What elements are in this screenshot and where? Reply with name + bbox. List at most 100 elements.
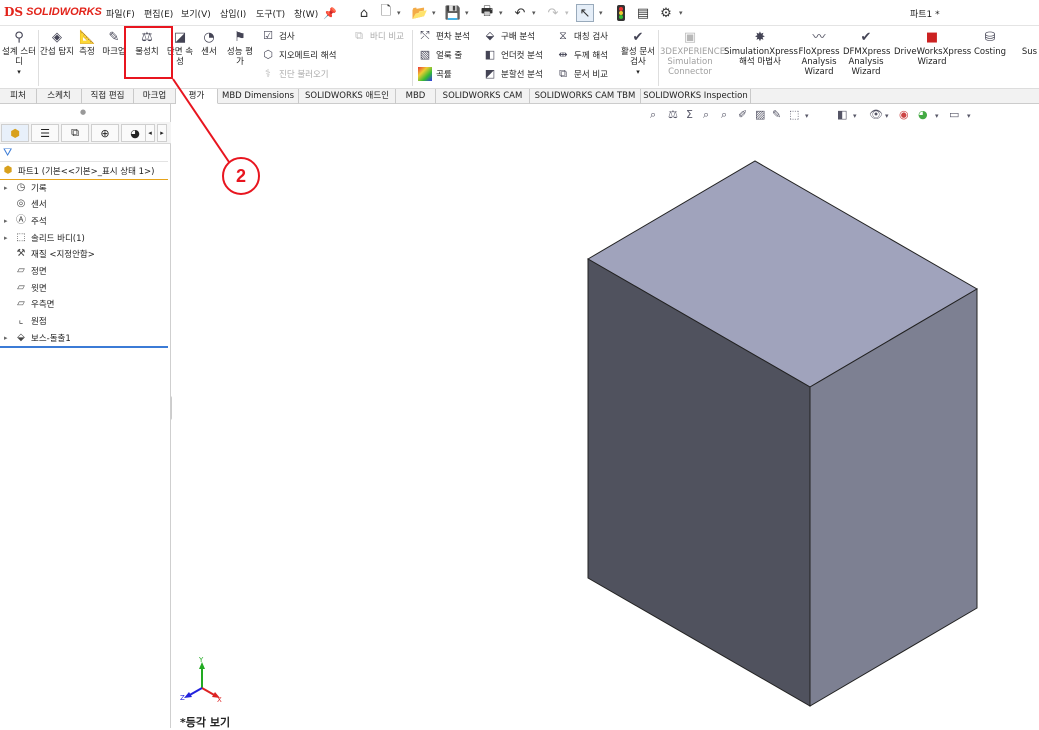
tree-item-top-plane[interactable]: ▱ 윗면 (4, 280, 47, 296)
check-button[interactable]: ☑ 검사 (261, 28, 295, 44)
expand-arrow-icon[interactable]: ▸ (4, 184, 14, 192)
redo-icon[interactable]: ↷ (544, 4, 562, 22)
driveworksxpress-button[interactable]: ■ DriveWorksXpress Wizard (894, 30, 971, 67)
tab-solidworks-cam[interactable]: SOLIDWORKS CAM (436, 89, 530, 104)
performance-evaluation-button[interactable]: ⚑ 성능 평가 (224, 30, 256, 67)
chevron-down-icon[interactable]: ▾ (499, 9, 503, 17)
tab-mbd-dimensions[interactable]: MBD Dimensions (218, 89, 299, 104)
interference-detection-button[interactable]: ◈ 간섭 탐지 (40, 30, 74, 57)
scroll-right-icon[interactable]: ▸ (157, 124, 167, 142)
tab-mbd[interactable]: MBD (396, 89, 436, 104)
zebra-stripes-button[interactable]: ▧ 얼룩 줄 (418, 47, 462, 63)
tab-solidworks-cam-tbm[interactable]: SOLIDWORKS CAM TBM (530, 89, 641, 104)
dimxpert-manager-tab-icon[interactable]: ⊕ (91, 124, 119, 142)
tree-root-part[interactable]: ⬢ 파트1 (기본<<기본>_표시 상태 1>) (1, 163, 155, 179)
scroll-left-icon[interactable]: ◂ (145, 124, 155, 142)
design-study-button[interactable]: ⚲ 설계 스터디 ▾ (2, 30, 36, 77)
property-manager-tab-icon[interactable]: ☰ (31, 124, 59, 142)
symmetry-check-button[interactable]: ⧖ 대칭 검사 (556, 28, 608, 44)
tree-item-history[interactable]: ▸ ◷ 기록 (4, 180, 47, 196)
expand-arrow-icon[interactable]: ▸ (4, 234, 14, 242)
import-diagnostics-button[interactable]: ⚕ 진단 불러오기 (261, 66, 329, 82)
compare-bodies-icon: ⧉ (355, 29, 363, 42)
menu-window[interactable]: 창(W) (294, 7, 318, 20)
expand-arrow-icon[interactable]: ▸ (4, 334, 14, 342)
select-pointer-icon[interactable]: ↖ (576, 4, 594, 22)
chevron-down-icon[interactable]: ▾ (599, 9, 603, 17)
tab-solidworks-addins[interactable]: SOLIDWORKS 애드인 (299, 89, 396, 104)
filter-funnel-icon[interactable]: ⛛ (3, 146, 12, 160)
panel-collapse-handle[interactable]: ● (80, 108, 86, 116)
svg-text:Z: Z (180, 694, 185, 702)
costing-button[interactable]: ⛁ Costing (972, 30, 1008, 57)
undo-icon[interactable]: ↶ (511, 4, 529, 22)
tab-evaluate[interactable]: 평가 (176, 89, 218, 104)
open-folder-icon[interactable]: 📂 (411, 4, 429, 22)
home-icon[interactable]: ⌂ (355, 4, 373, 22)
brand-name: SOLIDWORKS (26, 6, 102, 18)
menu-insert[interactable]: 삽입(I) (220, 7, 246, 20)
tree-item-origin[interactable]: ⌞ 원점 (4, 313, 47, 329)
performance-icon: ⚑ (234, 30, 246, 45)
tab-direct-editing[interactable]: 직접 편집 (82, 89, 134, 104)
feature-manager-tab-icon[interactable]: ⬢ (1, 124, 29, 142)
menu-edit[interactable]: 편집(E) (144, 7, 173, 20)
chevron-down-icon[interactable]: ▾ (679, 9, 683, 17)
file-properties-icon[interactable]: ▤ (634, 4, 652, 22)
ribbon-divider (412, 30, 413, 86)
floxpress-button[interactable]: 〰 FloXpress Analysis Wizard (798, 30, 840, 77)
rollback-bar[interactable] (0, 346, 168, 348)
sustainability-button[interactable]: . Sus (1020, 30, 1039, 57)
tree-item-front-plane[interactable]: ▱ 정면 (4, 263, 47, 279)
parting-line-analysis-button[interactable]: ◩ 분할선 분석 (483, 66, 543, 82)
expand-arrow-icon[interactable]: ▸ (4, 217, 14, 225)
graphics-viewport[interactable]: ⌕ ⚖ Σ ⌕ ⌕ ✐ ▨ ✎ ⬚ ▾ ◧ ▾ 👁 ▾ ◉ ◕ ▾ ▭ ▾ Y … (172, 104, 1039, 728)
thickness-analysis-button[interactable]: ⇹ 두께 해석 (556, 47, 608, 63)
print-icon[interactable]: 🖶 (478, 4, 496, 22)
pin-icon[interactable]: 📌 (321, 4, 339, 22)
tab-sketch[interactable]: 스케치 (37, 89, 82, 104)
simulationxpress-button[interactable]: ✸ SimulationXpress 해석 마법사 (724, 30, 798, 67)
svg-text:Y: Y (198, 656, 204, 664)
3dexperience-simulation-connector-button[interactable]: ▣ 3DEXPERIENCE Simulation Connector (660, 30, 725, 77)
menu-view[interactable]: 보기(V) (181, 7, 211, 20)
tree-item-sensors[interactable]: ◎ 센서 (4, 196, 47, 212)
draft-analysis-button[interactable]: ⬙ 구배 분석 (483, 28, 535, 44)
menu-file[interactable]: 파일(F) (106, 7, 135, 20)
deviation-analysis-button[interactable]: ⤲ 편차 분석 (418, 28, 470, 44)
svg-text:X: X (217, 696, 222, 704)
traffic-light-icon[interactable] (612, 4, 630, 22)
dfmxpress-button[interactable]: ✔ DFMXpress Analysis Wizard (843, 30, 890, 77)
chevron-down-icon[interactable]: ▾ (432, 9, 436, 17)
tree-item-right-plane[interactable]: ▱ 우측면 (4, 296, 54, 312)
save-icon[interactable]: 💾 (444, 4, 462, 22)
compare-documents-button[interactable]: ⧉ 문서 비교 (556, 66, 608, 82)
tree-item-material[interactable]: ⚒ 재질 <지정안함> (4, 246, 95, 262)
zebra-stripes-icon: ▧ (419, 48, 431, 61)
chevron-down-icon[interactable]: ▾ (565, 9, 569, 17)
measure-button[interactable]: 📐 측정 (75, 30, 99, 57)
menu-tools[interactable]: 도구(T) (256, 7, 285, 20)
active-doc-check-button[interactable]: ✔ 활성 문서 검사 ▾ (620, 30, 656, 77)
configuration-manager-tab-icon[interactable]: ⧉ (61, 124, 89, 142)
history-icon: ◷ (16, 182, 26, 193)
chevron-down-icon[interactable]: ▾ (465, 9, 469, 17)
tree-item-annotations[interactable]: ▸ Ⓐ 주석 (4, 213, 47, 229)
tree-item-boss-extrude1[interactable]: ▸ ⬙ 보스-돌출1 (4, 330, 71, 346)
undercut-analysis-button[interactable]: ◧ 언더컷 분석 (483, 47, 543, 63)
new-document-icon[interactable]: 🗋 (377, 4, 395, 22)
tab-markup[interactable]: 마크업 (134, 89, 176, 104)
tab-solidworks-inspection[interactable]: SOLIDWORKS Inspection (641, 89, 751, 104)
sensor-button[interactable]: ◔ 센서 (196, 30, 222, 57)
chevron-down-icon[interactable]: ▾ (532, 9, 536, 17)
curvature-button[interactable]: 곡률 (418, 66, 452, 82)
tree-filter[interactable]: ⛛ (0, 144, 168, 162)
curvature-icon (418, 67, 432, 81)
gear-icon[interactable]: ⚙ (657, 4, 675, 22)
tab-features[interactable]: 피처 (0, 89, 37, 104)
chevron-down-icon[interactable]: ▾ (397, 9, 401, 17)
compare-bodies-button[interactable]: ⧉ 바디 비교 (352, 28, 404, 44)
geometry-analysis-button[interactable]: ⬡ 지오메트리 해석 (261, 47, 336, 63)
tree-item-solid-bodies[interactable]: ▸ ⬚ 솔리드 바디(1) (4, 230, 85, 246)
measure-icon: 📐 (79, 30, 96, 45)
